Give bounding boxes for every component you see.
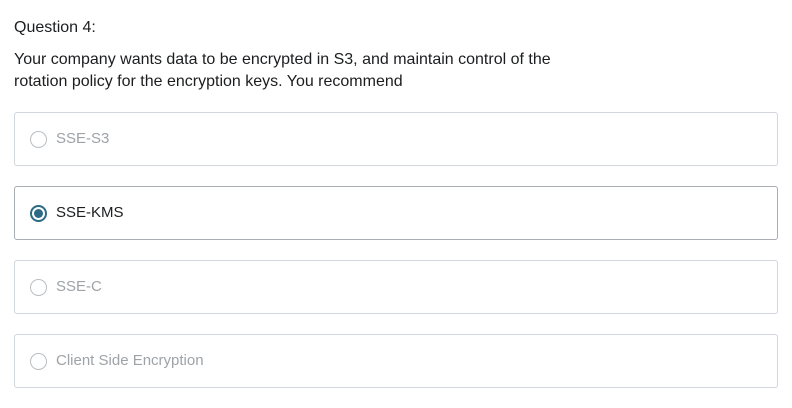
radio-unchecked-icon[interactable] — [30, 278, 47, 296]
answer-option-sse-s3[interactable]: SSE-S3 — [14, 112, 778, 166]
radio-unchecked-icon[interactable] — [30, 352, 47, 370]
question-number: Question 4: — [14, 19, 96, 36]
answer-options: SSE-S3 SSE-KMS SSE-C Client Side Encrypt… — [14, 112, 778, 408]
answer-option-client-side-encryption[interactable]: Client Side Encryption — [14, 334, 778, 388]
radio-checked-icon[interactable] — [30, 204, 47, 222]
radio-unchecked-icon[interactable] — [30, 130, 47, 148]
answer-option-label: SSE-C — [56, 278, 102, 295]
radio-dot-icon — [34, 208, 43, 218]
question-prompt: Your company wants data to be encrypted … — [14, 51, 551, 90]
answer-option-label: Client Side Encryption — [56, 352, 204, 369]
answer-option-label: SSE-S3 — [56, 130, 110, 147]
quiz-page: Question 4: Your company wants data to b… — [0, 0, 792, 404]
answer-option-sse-c[interactable]: SSE-C — [14, 260, 778, 314]
answer-option-label: SSE-KMS — [56, 204, 124, 221]
answer-option-sse-kms[interactable]: SSE-KMS — [14, 186, 778, 240]
